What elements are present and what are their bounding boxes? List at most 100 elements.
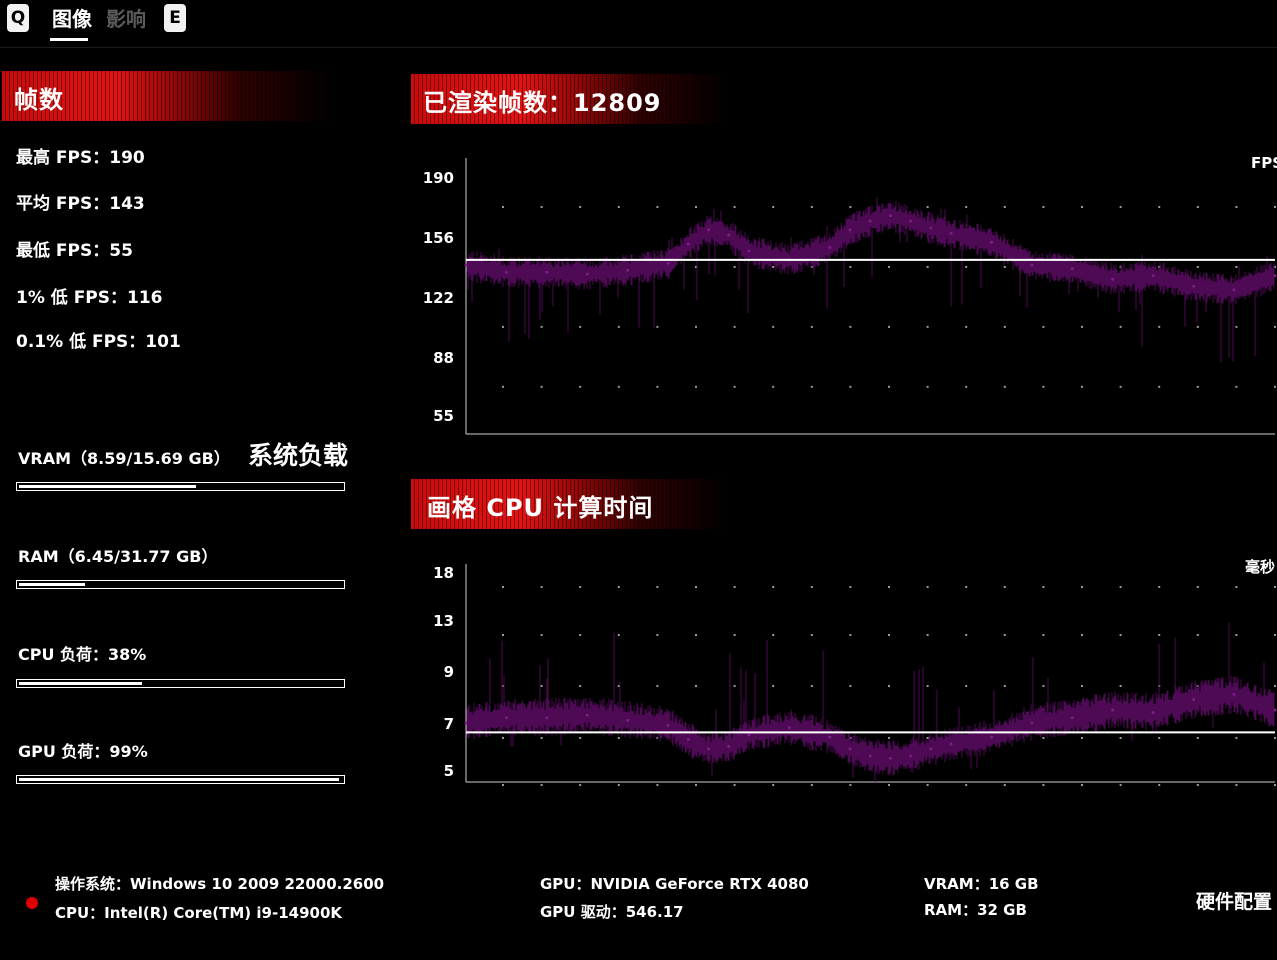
fps-grid-dot — [656, 325, 659, 328]
fps-data-point — [848, 228, 852, 232]
cpu-grid-dot — [617, 784, 620, 786]
fps-grid-dot — [1235, 385, 1238, 388]
cpu-grid-dot — [617, 586, 620, 588]
fps-data-point — [1151, 274, 1155, 278]
cpu-y-tick-label: 7 — [444, 715, 454, 733]
fps-grid-dot — [1235, 206, 1238, 208]
fps-y-tick-label: 88 — [433, 349, 454, 367]
fps-data-point — [909, 219, 913, 223]
cpu-grid-dot — [1274, 586, 1276, 588]
ram-info: RAM：32 GB — [924, 901, 1027, 919]
fps-y-tick-label: 156 — [423, 229, 454, 247]
cpu-grid-dot — [1003, 685, 1006, 687]
cpu-grid-dot — [1196, 737, 1199, 739]
fps-grid-dot — [1274, 385, 1276, 388]
cpu-grid-dot — [579, 737, 582, 739]
cpu-data-point — [909, 754, 913, 758]
cpu-data-point — [848, 747, 852, 751]
fps-grid-dot — [1158, 325, 1161, 328]
cpu-load-fill — [19, 682, 142, 685]
system-load-title: 系统负载 — [248, 441, 349, 470]
e-key-hint[interactable]: E — [164, 4, 186, 32]
cpu-grid-dot — [810, 685, 813, 687]
cpu-grid-dot — [540, 634, 543, 636]
fps-grid-dot — [502, 206, 504, 208]
fps-grid-dot — [810, 206, 813, 208]
fps-grid-dot — [733, 325, 736, 328]
fps-grid-dot — [1081, 385, 1083, 388]
cpu-grid-dot — [1119, 737, 1122, 739]
cpu-grid-dot — [965, 586, 968, 588]
cpu-grid-dot — [1158, 586, 1161, 588]
fps-grid-dot — [617, 325, 620, 328]
vram-load-fill — [19, 485, 196, 488]
fps-data-point — [464, 263, 468, 267]
cpu-grid-dot — [810, 634, 813, 636]
cpu-grid-dot — [502, 586, 504, 588]
cpu-data-point — [1273, 708, 1277, 712]
min-fps-stat: 最低 FPS：55 — [16, 241, 133, 261]
cpu-grid-dot — [540, 737, 543, 739]
cpu-grid-dot — [1081, 586, 1083, 588]
cpu-grid-dot — [656, 685, 659, 687]
tab-image[interactable]: 图像 — [52, 3, 92, 32]
cpu-grid-dot — [1003, 634, 1006, 636]
tab-impact[interactable]: 影响 — [106, 3, 146, 32]
cpu-grid-dot — [772, 685, 775, 687]
fps-y-tick-label: 122 — [423, 289, 454, 307]
fps-data-point — [1030, 263, 1034, 267]
fps-grid-dot — [1081, 325, 1083, 328]
os-info: 操作系统：Windows 10 2009 22000.2600 — [55, 875, 385, 893]
fps-grid-dot — [965, 325, 968, 328]
fps-grid-dot — [849, 265, 852, 268]
fps-grid-dot — [926, 265, 929, 268]
cpu-grid-dot — [849, 685, 852, 687]
fps-grid-dot — [926, 325, 929, 328]
fps-grid-dot — [1003, 325, 1006, 328]
fps-grid-dot — [926, 206, 929, 208]
fps-grid-dot — [540, 325, 543, 328]
hardware-config-link[interactable]: 硬件配置 — [1196, 887, 1272, 914]
cpu-y-tick-label: 18 — [433, 564, 454, 582]
cpu-grid-dot — [926, 685, 929, 687]
fps-grid-dot — [772, 265, 775, 268]
ram-load-bar — [16, 580, 345, 589]
cpu-data-point — [1070, 716, 1074, 720]
fps-grid-dot — [1119, 206, 1122, 208]
cpu-data-point — [545, 716, 549, 720]
vram-load-bar — [16, 482, 345, 491]
cpu-data-point — [727, 745, 731, 748]
fps-grid-dot — [1042, 206, 1045, 208]
cpu-grid-dot — [965, 685, 968, 687]
cpu-grid-dot — [1042, 737, 1045, 739]
q-key-hint[interactable]: Q — [7, 4, 29, 32]
cpu-grid-dot — [540, 685, 543, 687]
fps-grid-dot — [965, 206, 968, 208]
fps-data-point — [1192, 284, 1196, 288]
cpu-grid-dot — [888, 586, 890, 588]
cpu-grid-dot — [965, 784, 968, 786]
fps-grid-dot — [1158, 385, 1161, 388]
fps-grid-dot — [502, 385, 504, 388]
cpu-y-tick-label: 5 — [444, 762, 454, 780]
cpu-grid-dot — [695, 634, 697, 636]
fps-grid-dot — [1158, 206, 1161, 208]
cpu-grid-dot — [849, 634, 852, 636]
fps-data-point — [828, 246, 832, 250]
cpu-series-band — [466, 622, 1275, 782]
cpu-grid-dot — [656, 586, 659, 588]
fps-grid-dot — [695, 325, 697, 328]
gpu-load-fill — [19, 778, 339, 781]
fps-grid-dot — [772, 385, 775, 388]
cpu-y-tick-label: 13 — [433, 612, 454, 630]
cpu-data-point — [1232, 692, 1236, 696]
fps-grid-dot — [849, 325, 852, 328]
cpu-data-point — [1151, 711, 1155, 715]
fps-data-point — [989, 240, 993, 244]
fps-grid-dot — [888, 325, 890, 328]
fps-grid-dot — [733, 265, 736, 268]
cpu-grid-dot — [1042, 634, 1045, 636]
fps-data-point — [1273, 274, 1277, 278]
fps-grid-dot — [926, 385, 929, 388]
cpu-data-point — [464, 721, 468, 725]
